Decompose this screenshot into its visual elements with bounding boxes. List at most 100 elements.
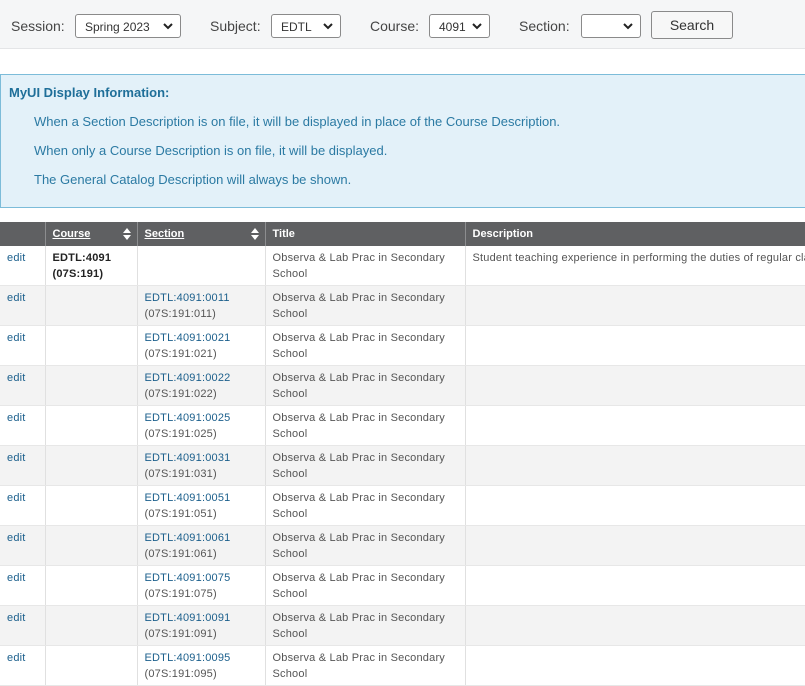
chevron-down-icon [161, 19, 175, 33]
subject-select[interactable]: EDTL [271, 14, 341, 38]
table-header-row: Course Section Title Description [0, 222, 805, 246]
section-alt-code: (07S:191:095) [145, 666, 265, 682]
section-link[interactable]: EDTL:4091:0031 [145, 450, 265, 466]
title-text: Observa & Lab Prac in Secondary [273, 610, 465, 626]
edit-link[interactable]: edit [7, 612, 26, 624]
section-alt-code: (07S:191:091) [145, 626, 265, 642]
title-text: School [273, 586, 465, 602]
header-course-label[interactable]: Course [53, 228, 91, 240]
title-text: Observa & Lab Prac in Secondary [273, 570, 465, 586]
section-alt-code: (07S:191:011) [145, 306, 265, 322]
search-button[interactable]: Search [651, 11, 733, 39]
subject-select-value: EDTL [281, 20, 312, 34]
title-text: Observa & Lab Prac in Secondary [273, 650, 465, 666]
table-row: edit EDTL:4091:0091(07S:191:091) Observa… [0, 605, 805, 645]
section-link[interactable]: EDTL:4091:0021 [145, 330, 265, 346]
edit-link[interactable]: edit [7, 532, 26, 544]
header-description: Description [465, 222, 805, 246]
title-text: Observa & Lab Prac in Secondary [273, 530, 465, 546]
title-text: Observa & Lab Prac in Secondary [273, 330, 465, 346]
section-alt-code: (07S:191:031) [145, 466, 265, 482]
title-text: School [273, 346, 465, 362]
title-text: Observa & Lab Prac in Secondary [273, 450, 465, 466]
title-text: Observa & Lab Prac in Secondary [273, 290, 465, 306]
filter-toolbar: Session: Spring 2023 Subject: EDTL Cours… [0, 0, 805, 49]
title-text: School [273, 506, 465, 522]
section-link[interactable]: EDTL:4091:0025 [145, 410, 265, 426]
section-link[interactable]: EDTL:4091:0051 [145, 490, 265, 506]
section-alt-code: (07S:191:022) [145, 386, 265, 402]
table-row: edit EDTL:4091:0051(07S:191:051) Observa… [0, 485, 805, 525]
header-course[interactable]: Course [45, 222, 137, 246]
edit-link[interactable]: edit [7, 452, 26, 464]
table-row: edit EDTL:4091:0031(07S:191:031) Observa… [0, 445, 805, 485]
title-text: School [273, 426, 465, 442]
title-text: Observa & Lab Prac in Secondary [273, 250, 465, 266]
session-select[interactable]: Spring 2023 [75, 14, 181, 38]
description-text: Student teaching experience in performin… [473, 250, 805, 266]
info-line: The General Catalog Description will alw… [34, 172, 351, 187]
course-label: Course: [370, 18, 419, 34]
table-row: edit EDTL:4091:0025(07S:191:025) Observa… [0, 405, 805, 445]
section-label: Section: [519, 18, 570, 34]
table-row: edit EDTL:4091:0022(07S:191:022) Observa… [0, 365, 805, 405]
title-text: School [273, 666, 465, 682]
chevron-down-icon [470, 19, 484, 33]
header-section[interactable]: Section [137, 222, 265, 246]
section-alt-code: (07S:191:021) [145, 346, 265, 362]
edit-link[interactable]: edit [7, 372, 26, 384]
title-text: School [273, 466, 465, 482]
table-row: edit EDTL:4091:0011(07S:191:011) Observa… [0, 285, 805, 325]
edit-link[interactable]: edit [7, 332, 26, 344]
course-select[interactable]: 4091 [429, 14, 490, 38]
chevron-down-icon [621, 19, 635, 33]
info-line: When a Section Description is on file, i… [34, 114, 560, 129]
subject-label: Subject: [210, 18, 261, 34]
section-link[interactable]: EDTL:4091:0022 [145, 370, 265, 386]
edit-link[interactable]: edit [7, 492, 26, 504]
edit-link[interactable]: edit [7, 252, 26, 264]
section-alt-code: (07S:191:075) [145, 586, 265, 602]
sections-table: Course Section Title Description edit ED… [0, 222, 805, 686]
table-row: edit EDTL:4091 (07S:191) Observa & Lab P… [0, 246, 805, 285]
edit-link[interactable]: edit [7, 572, 26, 584]
info-title: MyUI Display Information: [9, 85, 169, 100]
title-text: School [273, 546, 465, 562]
header-edit [0, 222, 45, 246]
section-link[interactable]: EDTL:4091:0091 [145, 610, 265, 626]
info-line: When only a Course Description is on fil… [34, 143, 387, 158]
section-alt-code: (07S:191:061) [145, 546, 265, 562]
title-text: Observa & Lab Prac in Secondary [273, 490, 465, 506]
edit-link[interactable]: edit [7, 292, 26, 304]
section-select[interactable] [581, 14, 641, 38]
edit-link[interactable]: edit [7, 412, 26, 424]
title-text: School [273, 386, 465, 402]
table-row: edit EDTL:4091:0021(07S:191:021) Observa… [0, 325, 805, 365]
section-link[interactable]: EDTL:4091:0061 [145, 530, 265, 546]
course-alt-code: (07S:191) [53, 266, 137, 282]
chevron-down-icon [321, 19, 335, 33]
header-section-label[interactable]: Section [145, 228, 185, 240]
display-info-box: MyUI Display Information: When a Section… [0, 74, 805, 208]
table-row: edit EDTL:4091:0061(07S:191:061) Observa… [0, 525, 805, 565]
course-code: EDTL:4091 [53, 250, 137, 266]
title-text: School [273, 306, 465, 322]
header-title: Title [265, 222, 465, 246]
title-text: School [273, 626, 465, 642]
section-alt-code: (07S:191:025) [145, 426, 265, 442]
table-row: edit EDTL:4091:0095(07S:191:095) Observa… [0, 645, 805, 685]
session-label: Session: [11, 18, 65, 34]
title-text: Observa & Lab Prac in Secondary [273, 370, 465, 386]
table-row: edit EDTL:4091:0075(07S:191:075) Observa… [0, 565, 805, 605]
sort-icon[interactable] [251, 228, 259, 240]
title-text: School [273, 266, 465, 282]
sort-icon[interactable] [123, 228, 131, 240]
title-text: Observa & Lab Prac in Secondary [273, 410, 465, 426]
edit-link[interactable]: edit [7, 652, 26, 664]
session-select-value: Spring 2023 [85, 20, 150, 34]
section-link[interactable]: EDTL:4091:0011 [145, 290, 265, 306]
section-link[interactable]: EDTL:4091:0075 [145, 570, 265, 586]
section-alt-code: (07S:191:051) [145, 506, 265, 522]
course-select-value: 4091 [439, 20, 466, 34]
section-link[interactable]: EDTL:4091:0095 [145, 650, 265, 666]
